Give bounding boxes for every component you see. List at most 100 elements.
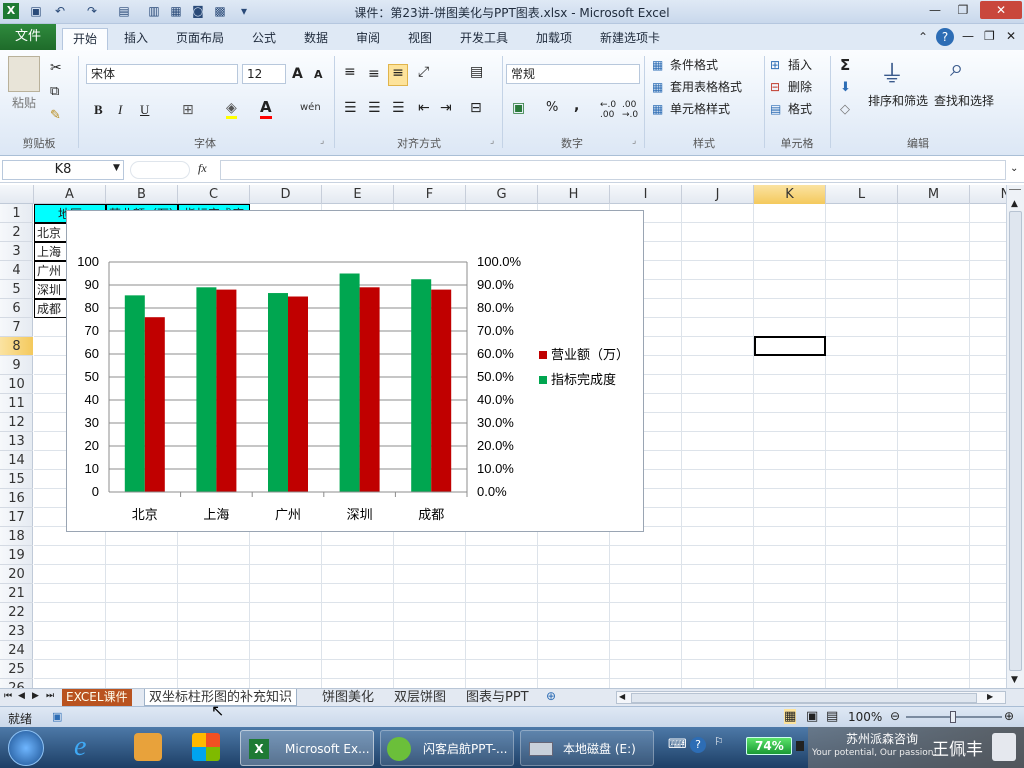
row-header[interactable]: 24 bbox=[0, 641, 33, 660]
expand-formula-icon[interactable]: ⌄ bbox=[1010, 163, 1018, 174]
normal-view-icon[interactable]: ▦ bbox=[784, 709, 797, 724]
scroll-left-icon[interactable]: ◀ bbox=[619, 692, 625, 701]
restore-icon[interactable]: ❐ bbox=[950, 1, 976, 19]
border-icon[interactable]: ⊞ bbox=[182, 102, 194, 118]
tab-developer[interactable]: 开发工具 bbox=[450, 28, 518, 50]
paste-icon[interactable] bbox=[8, 56, 40, 92]
sheet-tab-excel-course[interactable]: EXCEL课件 bbox=[62, 689, 132, 706]
wb-minimize-icon[interactable]: — bbox=[962, 29, 974, 43]
column-header[interactable]: D bbox=[250, 185, 322, 204]
decrease-decimal-icon[interactable]: .00 →.0 bbox=[622, 100, 638, 120]
row-header[interactable]: 19 bbox=[0, 546, 33, 565]
keyboard-icon[interactable]: ⌨ bbox=[668, 737, 687, 752]
column-header[interactable]: H bbox=[538, 185, 610, 204]
align-middle-icon[interactable]: ≡ bbox=[368, 66, 380, 82]
row-header[interactable]: 7 bbox=[0, 318, 33, 337]
font-name-select[interactable]: 宋体 bbox=[86, 64, 238, 84]
wrap-text-icon[interactable]: ▤ bbox=[470, 64, 483, 80]
delete-cells-button[interactable]: 删除 bbox=[788, 78, 812, 98]
combo-bar-chart[interactable]: 0 0.0% 10 10.0% 20 20.0% 30 30.0% 40 40.0% 50 50.0%… bbox=[66, 210, 644, 532]
zoom-out-icon[interactable]: ⊖ bbox=[890, 709, 900, 723]
sheet-tab-double-pie[interactable]: 双层饼图 bbox=[390, 689, 450, 706]
table-format-icon[interactable]: ▦ bbox=[652, 80, 663, 94]
percent-button[interactable]: % bbox=[546, 100, 558, 115]
zoom-slider-handle[interactable] bbox=[950, 711, 956, 723]
insert-cells-icon[interactable]: ⊞ bbox=[770, 58, 780, 72]
name-box[interactable]: K8 bbox=[2, 160, 124, 180]
increase-indent-icon[interactable]: ⇥ bbox=[440, 100, 452, 116]
row-header[interactable]: 23 bbox=[0, 622, 33, 641]
scroll-up-icon[interactable]: ▲ bbox=[1011, 199, 1018, 209]
wb-restore-icon[interactable]: ❐ bbox=[984, 29, 995, 43]
sheet-tab-chart-ppt[interactable]: 图表与PPT bbox=[462, 689, 533, 706]
tab-data[interactable]: 数据 bbox=[294, 28, 338, 50]
tab-insert[interactable]: 插入 bbox=[114, 28, 158, 50]
copy-icon[interactable]: ⧉ bbox=[50, 84, 59, 99]
taskbar-disk[interactable]: 本地磁盘 (E:) bbox=[520, 730, 654, 766]
tab-new[interactable]: 新建选项卡 bbox=[590, 28, 670, 50]
italic-button[interactable]: I bbox=[118, 102, 122, 118]
vertical-scrollbar[interactable]: ▲ ▼ bbox=[1006, 185, 1024, 688]
close-icon[interactable]: ✕ bbox=[980, 1, 1022, 19]
row-header[interactable]: 9 bbox=[0, 356, 33, 375]
page-break-view-icon[interactable]: ▤ bbox=[826, 709, 838, 724]
fill-icon[interactable]: ⬇ bbox=[840, 80, 851, 95]
autosum-icon[interactable]: Σ bbox=[840, 56, 850, 74]
delete-cells-icon[interactable]: ⊟ bbox=[770, 80, 780, 94]
ie-icon[interactable]: e bbox=[74, 731, 86, 763]
taskbar-ppt[interactable]: 闪客启航PPT-... bbox=[380, 730, 514, 766]
column-header[interactable]: J bbox=[682, 185, 754, 204]
currency-icon[interactable]: ▣ bbox=[512, 100, 525, 116]
help-icon[interactable]: ? bbox=[936, 28, 954, 46]
wb-close-icon[interactable]: ✕ bbox=[1006, 29, 1016, 43]
tab-page-layout[interactable]: 页面布局 bbox=[166, 28, 234, 50]
battery-icon[interactable]: 74% bbox=[746, 737, 792, 755]
format-painter-icon[interactable]: ✎ bbox=[50, 108, 61, 123]
row-header[interactable]: 15 bbox=[0, 470, 33, 489]
macro-record-icon[interactable]: ▣ bbox=[52, 710, 62, 723]
taskbar-excel[interactable]: X Microsoft Ex... bbox=[240, 730, 374, 766]
zoom-level[interactable]: 100% bbox=[848, 710, 882, 724]
row-header[interactable]: 18 bbox=[0, 527, 33, 546]
column-header[interactable]: F bbox=[394, 185, 466, 204]
row-header[interactable]: 21 bbox=[0, 584, 33, 603]
tray-help-icon[interactable]: ? bbox=[690, 737, 706, 753]
sort-filter-icon[interactable]: ⏚ bbox=[880, 54, 904, 89]
column-header[interactable]: M bbox=[898, 185, 970, 204]
insert-cells-button[interactable]: 插入 bbox=[788, 56, 812, 76]
prev-sheet-icon[interactable]: ◀ bbox=[18, 691, 25, 701]
row-header[interactable]: 16 bbox=[0, 489, 33, 508]
zoom-in-icon[interactable]: ⊕ bbox=[1004, 709, 1014, 723]
column-header[interactable]: K bbox=[754, 185, 826, 204]
hscroll-thumb[interactable] bbox=[631, 693, 977, 703]
row-header[interactable]: 10 bbox=[0, 375, 33, 394]
row-header[interactable]: 6 bbox=[0, 299, 33, 318]
column-header[interactable]: A bbox=[34, 185, 106, 204]
formula-input[interactable] bbox=[220, 160, 1006, 180]
cell-styles-button[interactable]: 单元格样式 bbox=[670, 100, 730, 120]
find-select-button[interactable]: 查找和选择 bbox=[934, 92, 994, 112]
page-layout-view-icon[interactable]: ▣ bbox=[806, 709, 818, 724]
format-cells-icon[interactable]: ▤ bbox=[770, 102, 781, 116]
column-header[interactable]: E bbox=[322, 185, 394, 204]
next-sheet-icon[interactable]: ▶ bbox=[32, 691, 39, 701]
row-header[interactable]: 3 bbox=[0, 242, 33, 261]
start-button-icon[interactable] bbox=[8, 730, 44, 766]
font-color-icon[interactable]: A bbox=[260, 98, 272, 119]
collapse-ribbon-icon[interactable]: ⌃ bbox=[918, 30, 928, 44]
first-sheet-icon[interactable]: ⏮ bbox=[4, 691, 12, 701]
column-header[interactable]: I bbox=[610, 185, 682, 204]
align-center-icon[interactable]: ☰ bbox=[368, 100, 381, 116]
tray-flag-icon[interactable]: ⚐ bbox=[714, 735, 724, 748]
orientation-icon[interactable]: ⤢ bbox=[418, 64, 429, 80]
increase-decimal-icon[interactable]: ←.0.00 bbox=[600, 100, 616, 120]
row-header[interactable]: 1 bbox=[0, 204, 33, 223]
comma-button[interactable]: , bbox=[574, 98, 579, 114]
table-format-button[interactable]: 套用表格格式 bbox=[670, 78, 742, 98]
scroll-thumb[interactable] bbox=[1009, 211, 1022, 671]
last-sheet-icon[interactable]: ⏭ bbox=[46, 691, 54, 701]
fx-button[interactable]: fx bbox=[198, 161, 207, 176]
align-bottom-icon[interactable]: ≡ bbox=[388, 64, 408, 86]
format-cells-button[interactable]: 格式 bbox=[788, 100, 812, 120]
scroll-right-icon[interactable]: ▶ bbox=[987, 692, 993, 701]
